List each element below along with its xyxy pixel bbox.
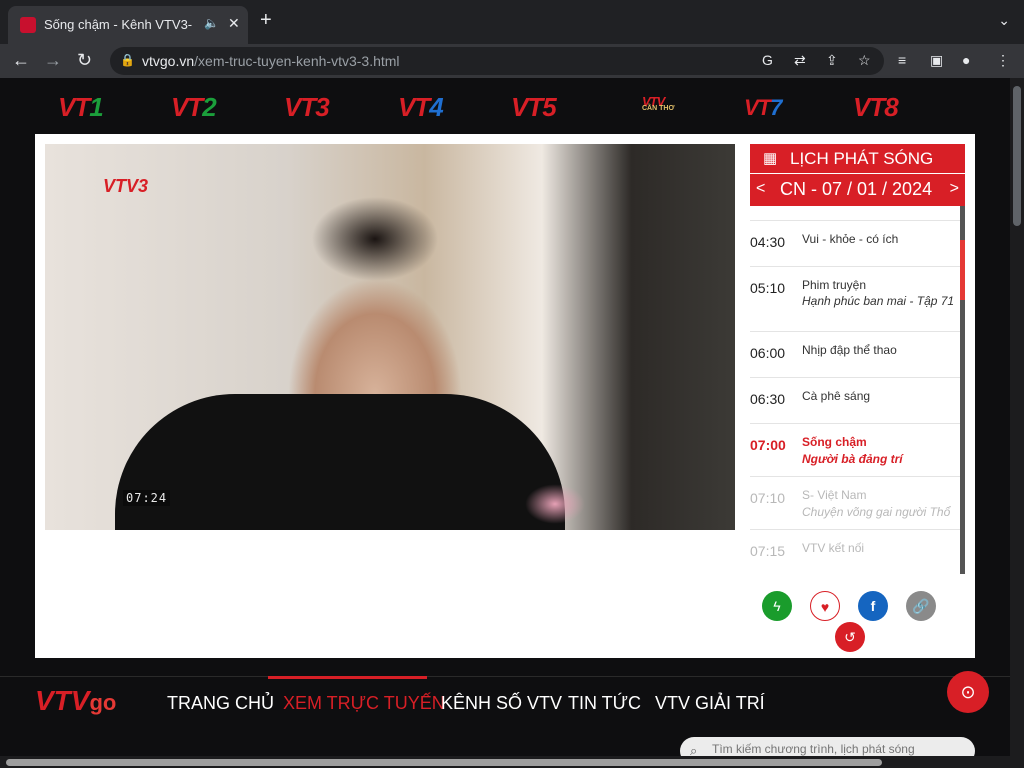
refresh-icon[interactable]: ↺ [835,622,865,652]
row-time: 07:15 [750,543,786,559]
channel-vtv3[interactable]: VT3 [284,92,330,124]
heart-icon[interactable]: ♥ [810,591,840,621]
page-scrollbar-thumb[interactable] [1013,86,1021,226]
row-title: S- Việt Nam [802,488,867,502]
row-title: VTV kết nối [802,541,865,555]
schedule-row[interactable]: 05:10 Phim truyện Hạnh phúc ban mai - Tậ… [750,267,960,332]
channel-bar: VT1 VT2 VT3 VT4 VT5 VTV CẦN THƠ VT7 VT8 [40,92,970,124]
row-title: Sống chậm [802,435,867,449]
tab-search-chevron-icon[interactable]: ⌄ [998,12,1010,29]
address-bar[interactable]: 🔒 vtvgo.vn/xem-truc-tuyen-kenh-vtv3-3.ht… [110,47,884,75]
schedule-title: LỊCH PHÁT SÓNG [790,149,934,168]
side-panel-icon[interactable]: ▣ [930,52,943,69]
row-title: Cà phê sáng [802,389,871,403]
video-channel-logo: VTV3 [103,176,149,196]
video-frame-flower [525,484,585,524]
row-subtitle: Người bà đảng trí [802,452,903,466]
nav-entertainment[interactable]: VTV GIẢI TRÍ [655,693,765,715]
main-content: VTV3 07:24 ▦ LỊCH PHÁT SÓNG < CN - 07 / … [35,134,975,658]
channel-vtv8[interactable]: VT8 [853,92,899,124]
nav-live[interactable]: XEM TRỰC TUYẾN [283,693,445,715]
nav-news[interactable]: TIN TỨC [568,693,641,715]
broadcast-schedule: ▦ LỊCH PHÁT SÓNG < CN - 07 / 01 / 2024 >… [750,144,965,574]
nav-home[interactable]: TRANG CHỦ [167,693,274,715]
tab-title: Sống chậm - Kênh VTV3- [44,17,193,32]
row-subtitle: Hạnh phúc ban mai - Tập 71 [802,294,955,308]
google-lens-icon[interactable]: G [762,52,773,68]
schedule-row[interactable]: 04:30 Vui - khỏe - có ích [750,221,960,267]
row-title: Phim truyện [802,278,867,292]
tab-close-icon[interactable]: ✕ [228,15,240,32]
media-controls-icon[interactable]: ≡ [898,52,906,68]
channel-vtv2[interactable]: VT2 [171,92,217,124]
facebook-icon[interactable]: f [858,591,888,621]
schedule-row[interactable]: 06:30 Cà phê sáng [750,378,960,424]
scroll-mouse-icon[interactable]: ⊙ [947,671,989,713]
video-player[interactable]: VTV3 07:24 [45,144,735,530]
back-icon[interactable]: ← [12,50,30,70]
row-time: 06:30 [750,391,786,407]
row-time: 04:30 [750,234,786,250]
nav-active-indicator [268,676,427,679]
lightning-icon[interactable]: ϟ [762,591,792,621]
schedule-row[interactable]: 07:15 VTV kết nối [750,530,960,575]
next-day-button[interactable]: > [950,180,959,198]
schedule-row[interactable]: 06:00 Nhịp đập thể thao [750,332,960,378]
translate-icon[interactable]: ⇄ [794,52,806,69]
profile-icon[interactable]: ● [962,52,970,68]
nav-vtv-channels[interactable]: KÊNH SỐ VTV [441,693,562,715]
schedule-scrollbar-thumb[interactable] [960,240,965,300]
browser-tab-bar: Sống chậm - Kênh VTV3- 🔈 ✕ + ⌄ [0,0,1024,44]
video-timestamp: 07:24 [123,490,171,506]
prev-day-button[interactable]: < [756,180,765,198]
site-navigation: VTVgo TRANG CHỦ XEM TRỰC TUYẾN KÊNH SỐ V… [0,671,1010,768]
channel-vtv4[interactable]: VT4 [398,92,444,124]
channel-vtv-can-tho[interactable]: VTV CẦN THƠ [642,94,674,126]
url-path: /xem-truc-tuyen-kenh-vtv3-3.html [194,53,400,69]
row-time: 05:10 [750,280,786,296]
calendar-icon: ▦ [763,150,778,167]
row-time: 07:00 [750,437,786,453]
link-icon[interactable]: 🔗 [906,591,936,621]
url-text[interactable]: vtvgo.vn/xem-truc-tuyen-kenh-vtv3-3.html [142,53,400,69]
share-page-icon[interactable]: ⇪ [826,52,838,69]
browser-toolbar: ← → ↻ 🔒 vtvgo.vn/xem-truc-tuyen-kenh-vtv… [0,44,1024,78]
schedule-header: ▦ LỊCH PHÁT SÓNG [750,144,965,173]
bookmark-star-icon[interactable]: ☆ [858,52,871,69]
vtvgo-logo[interactable]: VTVgo [35,685,116,717]
row-subtitle: Chuyện võng gai người Thổ [802,506,951,519]
vtv-favicon-icon [20,17,36,33]
row-title: Vui - khỏe - có ích [802,232,899,246]
channel-vtv5[interactable]: VT5 [511,92,557,124]
row-title: Nhịp đập thể thao [802,343,897,357]
schedule-row[interactable]: 07:10 S- Việt Nam Chuyện võng gai người … [750,477,960,530]
url-host: vtvgo.vn [142,53,195,69]
channel-vtv7[interactable]: VT7 [744,95,782,127]
lock-icon[interactable]: 🔒 [120,53,135,67]
schedule-date: CN - 07 / 01 / 2024 [780,179,933,199]
video-frame-subject [115,394,565,530]
reload-icon[interactable]: ↻ [77,50,92,70]
page: VT1 VT2 VT3 VT4 VT5 VTV CẦN THƠ VT7 VT8 V… [0,78,1010,768]
channel-vtv1[interactable]: VT1 [58,92,104,124]
search-input[interactable] [712,742,962,756]
schedule-date-bar: < CN - 07 / 01 / 2024 > [750,174,965,206]
forward-icon[interactable]: → [44,50,62,70]
speaker-icon[interactable]: 🔈 [204,16,219,30]
row-time: 07:10 [750,490,786,506]
schedule-list[interactable]: 04:30 Vui - khỏe - có ích 05:10 Phim tru… [750,220,960,575]
row-time: 06:00 [750,345,786,361]
chrome-menu-icon[interactable]: ⋮ [996,52,1010,69]
horizontal-scrollbar-thumb[interactable] [6,759,882,766]
schedule-row-current[interactable]: 07:00 Sống chậm Người bà đảng trí [750,424,960,477]
browser-tab[interactable]: Sống chậm - Kênh VTV3- 🔈 ✕ [8,6,248,44]
new-tab-button[interactable]: + [260,10,272,30]
